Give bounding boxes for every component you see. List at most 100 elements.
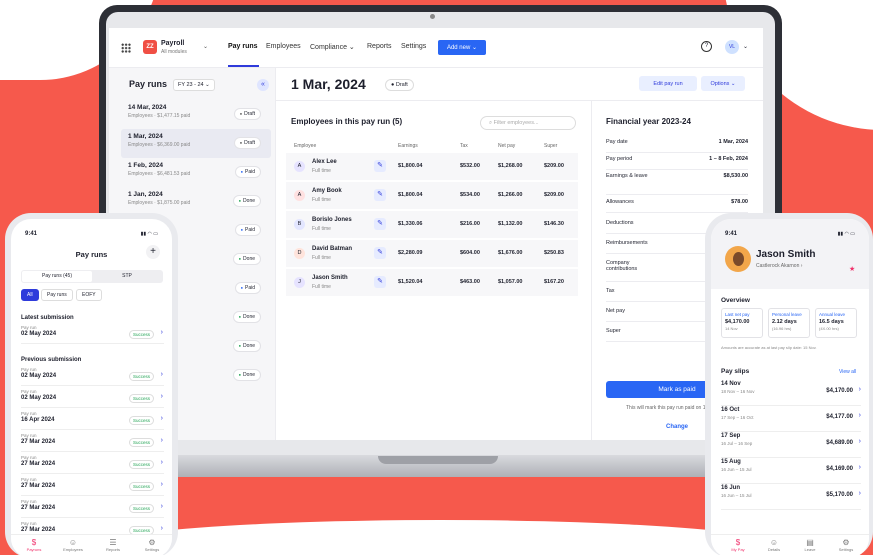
help-icon[interactable]: ? [701,41,712,52]
status-badge: ● Draft [385,79,414,91]
chevron-right-icon[interactable]: › [161,393,163,400]
pay-slip-row[interactable]: 16 Oct 17 Sep – 16 Oct $4,177.00 › [721,407,861,432]
nav-reports[interactable]: Reports [367,43,392,50]
success-badge: Success [128,504,154,513]
person-icon: ☺ [769,538,779,547]
edit-icon[interactable]: ✎ [374,218,386,230]
list-item[interactable]: Pay run 02 May 2024 Success › [21,325,164,344]
pay-run-item[interactable]: 1 Mar, 2024Employees · $6,369.00 paidDra… [121,129,271,158]
latest-submission-title: Latest submission [21,315,74,321]
chevron-right-icon[interactable]: › [859,490,861,497]
chevron-down-icon[interactable]: ⌄ [203,43,208,50]
add-new-button[interactable]: Add new ⌄ [438,40,486,55]
apps-grid-icon[interactable] [121,43,131,53]
cell-earnings: $1,800.04 [398,163,423,169]
chevron-right-icon[interactable]: › [859,438,861,445]
summary-value: 1 Mar, 2024 [718,139,748,145]
cell-tax: $216.00 [460,221,480,227]
cell-net: $1,132.00 [498,221,523,227]
table-row[interactable]: D David Batman Full time ✎ $2,280.09 $604.00 $… [286,240,578,267]
table-row[interactable]: B Borislo Jones Full time ✎ $1,330.06 $216.00… [286,211,578,238]
cell-earnings: $1,330.06 [398,221,423,227]
chevron-right-icon[interactable]: › [859,386,861,393]
chip-pay-runs[interactable]: Pay runs [41,289,73,301]
pay-slip-row[interactable]: 17 Sep 16 Jul – 16 Sep $4,689.00 › [721,433,861,458]
chevron-down-icon[interactable]: ⌄ [743,43,748,50]
chevron-right-icon[interactable]: › [859,412,861,419]
nav-compliance[interactable]: Compliance ⌄ [310,43,355,51]
nav-settings[interactable]: Settings [401,43,426,50]
seg-stp[interactable]: STP [92,271,162,282]
pay-slip-row[interactable]: 16 Jun 16 Jun – 15 Jul $5,170.00 › [721,485,861,510]
list-item[interactable]: Pay run 27 Mar 2024 Success › [21,455,164,474]
pay-run-item[interactable]: 1 Jan, 2024Employees · $1,875.00 paidDon… [121,187,271,216]
tab-employees[interactable]: ☺ Employees [58,538,88,552]
chevron-right-icon[interactable]: › [161,437,163,444]
list-item[interactable]: Pay run 02 May 2024 Success › [21,389,164,408]
table-row[interactable]: A Amy Book Full time ✎ $1,800.04 $534.00 $1,26… [286,182,578,209]
view-all-link[interactable]: View all [839,369,856,375]
list-item[interactable]: Pay run 02 May 2024 Success › [21,367,164,386]
list-item[interactable]: Pay run 16 Apr 2024 Success › [21,411,164,430]
slip-date: 16 Oct [721,407,740,413]
summary-label: Allowances [606,199,634,205]
summary-label: Reimbursements [606,240,648,246]
tab-reports[interactable]: ☰ Reports [98,538,128,552]
col-employee: Employee [294,143,317,149]
options-button[interactable]: Options ⌄ [701,76,745,91]
employee-company[interactable]: Castlerock Akarnon › [756,263,802,269]
chevron-right-icon[interactable]: › [161,503,163,510]
fy-select[interactable]: FY 23 - 24 ⌄ [173,79,215,91]
sidebar-title: Pay runs [129,79,168,89]
brand-subtitle: All modules [161,49,187,55]
add-icon[interactable]: + [146,245,160,259]
tab-payruns[interactable]: $ Payruns [19,538,49,552]
slip-amount: $4,689.00 [826,440,853,446]
summary-label: Super [606,328,621,334]
success-badge: Success [128,394,154,403]
chevron-right-icon[interactable]: › [161,525,163,532]
edit-pay-run-button[interactable]: Edit pay run [639,76,697,91]
tab-details[interactable]: ☺ Details [759,538,789,552]
edit-icon[interactable]: ✎ [374,247,386,259]
collapse-icon[interactable]: « [257,79,269,91]
pay-run-item[interactable]: 14 Mar, 2024Employees · $1,477.15 paidDr… [121,100,271,129]
brand-name[interactable]: Payroll [161,40,184,47]
tab-settings[interactable]: ⚙ Settings [831,538,861,552]
employees-title: Employees in this pay run (5) [291,117,403,126]
list-item[interactable]: Pay run 27 Mar 2024 Success › [21,433,164,452]
chevron-right-icon[interactable]: › [161,481,163,488]
edit-icon[interactable]: ✎ [374,189,386,201]
pay-slips-title: Pay slips [721,368,750,375]
table-row[interactable]: A Alex Lee Full time ✎ $1,800.04 $532.00 $1,26… [286,153,578,180]
table-row[interactable]: J Jason Smith Full time ✎ $1,520.04 $463.00 $1… [286,269,578,296]
pay-run-item[interactable]: 1 Feb, 2024Employees · $6,481.53 paidPai… [121,158,271,187]
chevron-right-icon[interactable]: › [161,459,163,466]
list-item[interactable]: Pay run 27 Mar 2024 Success › [21,499,164,518]
success-badge: Success [128,482,154,491]
segmented-control: Pay runs (45) STP [21,270,163,283]
tab-my-pay[interactable]: $ My Pay [723,538,753,552]
nav-employees[interactable]: Employees [266,43,301,50]
status-time: 9:41 [25,231,38,237]
edit-icon[interactable]: ✎ [374,160,386,172]
edit-icon[interactable]: ✎ [374,276,386,288]
tab-bar: $ My Pay ☺ Details ▤ Leave ⚙ Settings [711,534,869,555]
chevron-right-icon[interactable]: › [161,371,163,378]
tab-settings[interactable]: ⚙ Settings [137,538,167,552]
nav-pay-runs[interactable]: Pay runs [228,43,258,50]
tab-leave[interactable]: ▤ Leave [795,538,825,552]
seg-pay-runs[interactable]: Pay runs (45) [22,271,92,282]
chevron-right-icon[interactable]: › [161,329,163,336]
filter-employees-input[interactable]: ⌕ Filter employees... [480,116,576,130]
pay-slip-row[interactable]: 14 Nov 18 Nov – 16 Nov $4,170.00 › [721,381,861,406]
chevron-right-icon[interactable]: › [859,464,861,471]
list-item[interactable]: Pay run 27 Mar 2024 Success › [21,477,164,496]
employment-type: Full time [312,284,331,290]
chevron-right-icon[interactable]: › [161,415,163,422]
pay-slip-row[interactable]: 15 Aug 16 Jun – 15 Jul $4,169.00 › [721,459,861,484]
chip-all[interactable]: All [21,289,39,301]
chip-eofy[interactable]: EOFY [76,289,102,301]
employee-name: Jason Smith [312,275,348,281]
avatar[interactable]: VL [725,40,739,54]
